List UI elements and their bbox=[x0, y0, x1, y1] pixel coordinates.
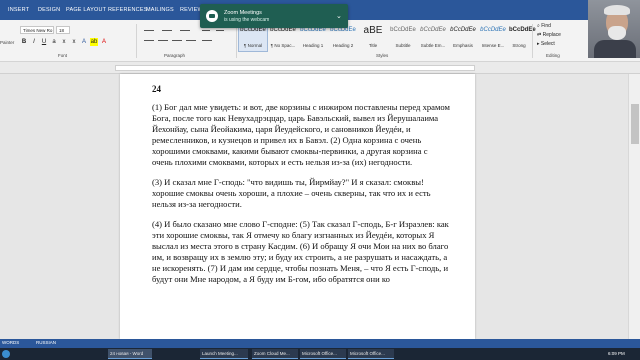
find-label: Find bbox=[541, 23, 551, 29]
webcam-person-hair bbox=[604, 5, 630, 15]
start-button-icon[interactable] bbox=[2, 350, 10, 358]
font-name-box[interactable]: Times New Ro bbox=[20, 26, 54, 34]
style-intense-emphasis[interactable]: bCcDdEe Intense E... bbox=[478, 22, 508, 52]
highlight-icon[interactable]: ab bbox=[90, 38, 98, 46]
language-indicator[interactable]: RUSSIAN bbox=[36, 340, 56, 345]
horizontal-ruler bbox=[0, 62, 640, 74]
style-name: Emphasis bbox=[453, 43, 473, 48]
replace-button[interactable]: ⇄ Replace bbox=[535, 31, 585, 40]
group-divider bbox=[136, 24, 137, 58]
scrollbar-thumb[interactable] bbox=[631, 104, 639, 144]
text-effects-icon[interactable]: A bbox=[80, 38, 88, 46]
style-strong[interactable]: bCcDdEe Strong bbox=[508, 22, 536, 52]
style-emphasis[interactable]: bCcDdEe Emphasis bbox=[448, 22, 478, 52]
paragraph-tools bbox=[140, 26, 236, 48]
font-color-icon[interactable]: A bbox=[100, 38, 108, 46]
webcam-person-body bbox=[594, 40, 636, 58]
group-divider bbox=[532, 24, 533, 58]
document-page[interactable]: 24 (1) Бог дал мне увидеть: и вот, две к… bbox=[120, 74, 475, 339]
style-name: Heading 2 bbox=[332, 43, 354, 48]
style-name: Title bbox=[368, 43, 378, 48]
style-name: ¶ No Spac... bbox=[270, 43, 296, 48]
paragraph-2[interactable]: (3) И сказал мне Г-сподь: "что видишь ты… bbox=[152, 177, 450, 210]
bold-icon[interactable]: B bbox=[20, 38, 28, 46]
italic-icon[interactable]: I bbox=[30, 38, 38, 46]
chevron-down-icon[interactable]: ⌄ bbox=[336, 12, 342, 20]
select-button[interactable]: ▸ Select bbox=[535, 40, 585, 49]
paragraph-1[interactable]: (1) Бог дал мне увидеть: и вот, две корз… bbox=[152, 102, 450, 168]
style-sample: bCcDdEe bbox=[420, 27, 446, 33]
editing-group-label: Editing bbox=[546, 53, 560, 58]
style-sample: bCcDdEe bbox=[390, 27, 416, 33]
taskbar-item-zoom[interactable]: Zoom Cloud Me... bbox=[252, 349, 298, 359]
style-sample: bCcDdEe bbox=[509, 27, 536, 33]
align-left-icon[interactable] bbox=[144, 40, 154, 41]
zoom-notification-subtitle: is using the webcam bbox=[224, 17, 270, 23]
multilevel-list-icon[interactable] bbox=[180, 30, 190, 31]
style-name: ¶ Normal bbox=[243, 43, 263, 48]
system-clock[interactable]: 6:09 PM bbox=[608, 349, 625, 359]
style-name: Intense E... bbox=[481, 43, 505, 48]
align-right-icon[interactable] bbox=[172, 40, 182, 41]
webcam-person-beard bbox=[608, 26, 626, 40]
replace-label: Replace bbox=[542, 32, 561, 38]
ruler-scale[interactable] bbox=[115, 65, 475, 71]
taskbar-item-office-1[interactable]: Microsoft Office... bbox=[300, 349, 346, 359]
style-sample: bCcDdEe bbox=[450, 27, 476, 33]
tab-mailings[interactable]: MAILINGS bbox=[142, 0, 178, 20]
justify-icon[interactable] bbox=[186, 40, 196, 41]
find-button[interactable]: ⌕ Find bbox=[535, 22, 585, 31]
style-subtle-emphasis[interactable]: bCcDdEe Subtle Em... bbox=[418, 22, 448, 52]
style-name: Subtitle bbox=[395, 43, 411, 48]
strikethrough-icon[interactable]: a bbox=[50, 38, 58, 46]
select-label: Select bbox=[540, 41, 555, 47]
zoom-webcam-notification[interactable]: Zoom Meetings is using the webcam ⌄ bbox=[200, 4, 348, 28]
bullets-icon[interactable] bbox=[144, 30, 154, 31]
taskbar-item-office-2[interactable]: Microsoft Office... bbox=[348, 349, 394, 359]
style-name: Heading 1 bbox=[302, 43, 324, 48]
tab-insert[interactable]: INSERT bbox=[4, 0, 33, 20]
editing-group: ⌕ Find ⇄ Replace ▸ Select bbox=[535, 22, 585, 49]
word-count[interactable]: WORDS bbox=[2, 340, 19, 345]
paragraph-3[interactable]: (4) И было сказано мне слово Г-сподне: (… bbox=[152, 219, 450, 285]
styles-group-label: Styles bbox=[376, 53, 389, 58]
superscript-icon[interactable]: x bbox=[70, 38, 78, 46]
format-painter-label[interactable]: Painter bbox=[0, 40, 14, 45]
style-name: Strong bbox=[512, 43, 526, 48]
windows-taskbar: 24 новая - Word Launch Meeting... Zoom C… bbox=[0, 348, 640, 360]
style-name: Subtle Em... bbox=[420, 43, 446, 48]
font-size-box[interactable]: 18 bbox=[56, 26, 70, 34]
align-center-icon[interactable] bbox=[158, 40, 168, 41]
font-format-row: B I U a x x A ab A bbox=[20, 38, 108, 46]
zoom-notification-title: Zoom Meetings bbox=[224, 10, 262, 16]
document-body[interactable]: 24 (1) Бог дал мне увидеть: и вот, две к… bbox=[152, 84, 450, 294]
style-title[interactable]: aBE Title bbox=[358, 22, 388, 52]
tab-page-layout[interactable]: PAGE LAYOUT bbox=[62, 0, 110, 20]
numbering-icon[interactable] bbox=[162, 30, 172, 31]
group-divider bbox=[236, 24, 237, 58]
document-canvas: 24 (1) Бог дал мне увидеть: и вот, две к… bbox=[0, 74, 640, 339]
style-subtitle[interactable]: bCcDdEe Subtitle bbox=[388, 22, 418, 52]
style-sample: aBE bbox=[363, 25, 383, 36]
font-group-label: Font bbox=[58, 53, 68, 58]
taskbar-item-word[interactable]: 24 новая - Word bbox=[108, 349, 152, 359]
webcam-video-overlay[interactable] bbox=[588, 0, 640, 58]
line-spacing-icon[interactable] bbox=[202, 40, 212, 41]
style-sample: bCcDdEe bbox=[480, 27, 506, 33]
subscript-icon[interactable]: x bbox=[60, 38, 68, 46]
vertical-scrollbar[interactable] bbox=[628, 74, 640, 339]
zoom-camera-icon bbox=[206, 10, 218, 22]
paragraph-group-label: Paragraph bbox=[164, 53, 186, 58]
status-bar: WORDS RUSSIAN bbox=[0, 339, 640, 348]
decrease-indent-icon[interactable] bbox=[202, 30, 210, 31]
chapter-number: 24 bbox=[152, 84, 161, 94]
tab-design[interactable]: DESIGN bbox=[34, 0, 64, 20]
taskbar-item-launch-meeting[interactable]: Launch Meeting... bbox=[200, 349, 248, 359]
increase-indent-icon[interactable] bbox=[216, 30, 224, 31]
underline-icon[interactable]: U bbox=[40, 38, 48, 46]
